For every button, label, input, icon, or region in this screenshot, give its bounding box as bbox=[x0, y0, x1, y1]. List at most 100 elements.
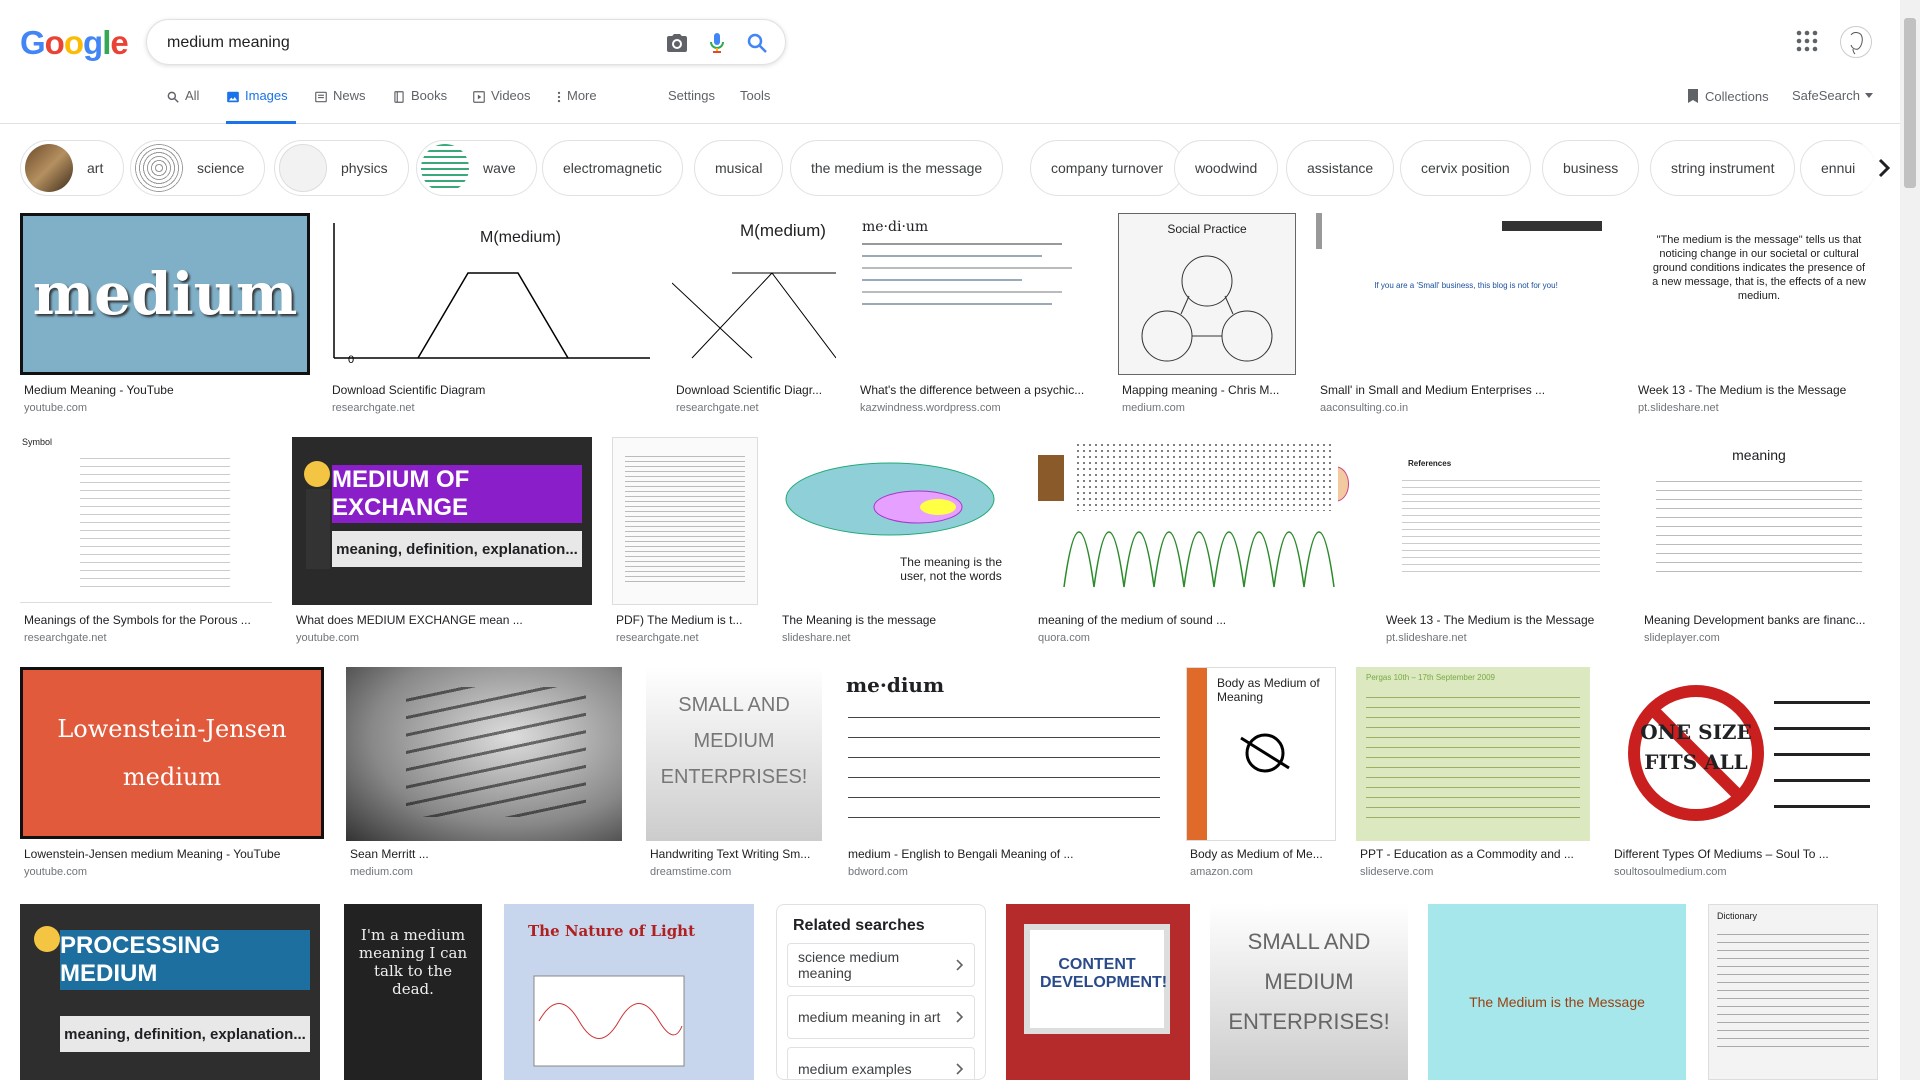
chip-wave[interactable]: wave bbox=[416, 140, 537, 196]
result-title[interactable]: Week 13 - The Medium is the Message bbox=[1638, 383, 1878, 397]
related-search-item[interactable]: science medium meaning bbox=[787, 943, 975, 987]
search-input[interactable] bbox=[167, 31, 627, 55]
result-source[interactable]: slideserve.com bbox=[1360, 866, 1433, 878]
result-title[interactable]: Meaning Development banks are financ... bbox=[1644, 613, 1878, 627]
result-source[interactable]: slideplayer.com bbox=[1644, 632, 1720, 644]
result-title[interactable]: The Meaning is the message bbox=[782, 613, 1014, 627]
result-source[interactable]: quora.com bbox=[1038, 632, 1090, 644]
search-icon[interactable] bbox=[745, 31, 769, 55]
result-title[interactable]: What does MEDIUM EXCHANGE mean ... bbox=[296, 613, 592, 627]
collections-link[interactable]: Collections bbox=[1686, 88, 1769, 104]
tab-news[interactable]: News bbox=[314, 88, 366, 124]
image-result[interactable]: medium Medium Meaning - YouTube youtube.… bbox=[20, 213, 310, 423]
result-title[interactable]: Small' in Small and Medium Enterprises .… bbox=[1320, 383, 1614, 397]
chip-business[interactable]: business bbox=[1542, 140, 1640, 196]
image-result[interactable]: me·dium medium - English to Bengali Mean… bbox=[844, 667, 1164, 885]
chip-science[interactable]: science bbox=[130, 140, 266, 196]
image-result[interactable]: The meaning is the user, not the words T… bbox=[778, 437, 1014, 649]
chip-string-instrument[interactable]: string instrument bbox=[1650, 140, 1796, 196]
result-source[interactable]: researchgate.net bbox=[332, 402, 415, 414]
safesearch-menu[interactable]: SafeSearch bbox=[1792, 88, 1873, 103]
chip-musical[interactable]: musical bbox=[694, 140, 784, 196]
result-source[interactable]: kazwindness.wordpress.com bbox=[860, 402, 1001, 414]
result-title[interactable]: Different Types Of Mediums – Soul To ... bbox=[1614, 847, 1878, 861]
image-result[interactable]: SMALL AND MEDIUM ENTERPRISES! Handwritin… bbox=[646, 667, 822, 885]
result-title[interactable]: Meanings of the Symbols for the Porous .… bbox=[24, 613, 272, 627]
result-source[interactable]: researchgate.net bbox=[24, 632, 107, 644]
image-result[interactable]: Pergas 10th – 17th September 2009 PPT - … bbox=[1356, 667, 1590, 885]
result-source[interactable]: medium.com bbox=[350, 866, 413, 878]
tab-books[interactable]: Books bbox=[392, 88, 447, 124]
related-search-item[interactable]: medium examples bbox=[787, 1047, 975, 1079]
result-source[interactable]: researchgate.net bbox=[616, 632, 699, 644]
image-result[interactable]: Sean Merritt ... medium.com bbox=[346, 667, 622, 885]
image-result[interactable]: PROCESSING MEDIUM meaning, definition, e… bbox=[20, 904, 320, 1080]
image-result[interactable]: Body as Medium of Meaning Body as Medium… bbox=[1186, 667, 1336, 885]
result-title[interactable]: meaning of the medium of sound ... bbox=[1038, 613, 1360, 627]
result-title[interactable]: Medium Meaning - YouTube bbox=[24, 383, 308, 397]
scrollbar-thumb[interactable] bbox=[1904, 18, 1916, 188]
apps-grid-icon[interactable] bbox=[1796, 30, 1818, 52]
image-result[interactable]: If you are a 'Small' business, this blog… bbox=[1316, 213, 1614, 423]
result-source[interactable]: medium.com bbox=[1122, 402, 1185, 414]
result-title[interactable]: Lowenstein-Jensen medium Meaning - YouTu… bbox=[24, 847, 324, 861]
result-title[interactable]: PPT - Education as a Commodity and ... bbox=[1360, 847, 1590, 861]
image-result[interactable]: The Medium is the Message bbox=[1428, 904, 1686, 1080]
tab-all[interactable]: All bbox=[166, 88, 199, 124]
related-search-item[interactable]: medium meaning in art bbox=[787, 995, 975, 1039]
image-result[interactable]: 0 M(medium) Download Scientific Diagram … bbox=[328, 213, 654, 423]
image-result[interactable]: meaning of the medium of sound ... quora… bbox=[1034, 437, 1360, 649]
image-result[interactable]: me·di·um What's the difference between a… bbox=[856, 213, 1098, 423]
image-result[interactable]: SMALL AND MEDIUM ENTERPRISES! bbox=[1210, 904, 1408, 1080]
result-source[interactable]: youtube.com bbox=[24, 866, 87, 878]
result-source[interactable]: bdword.com bbox=[848, 866, 908, 878]
tab-videos[interactable]: Videos bbox=[472, 88, 531, 124]
image-result[interactable]: CONTENT DEVELOPMENT! bbox=[1006, 904, 1190, 1080]
result-source[interactable]: youtube.com bbox=[24, 402, 87, 414]
result-title[interactable]: Download Scientific Diagram bbox=[332, 383, 652, 397]
page-scrollbar[interactable] bbox=[1900, 0, 1920, 1080]
result-title[interactable]: Sean Merritt ... bbox=[350, 847, 622, 861]
camera-icon[interactable] bbox=[665, 31, 689, 55]
tools-link[interactable]: Tools bbox=[740, 88, 770, 124]
search-box[interactable] bbox=[146, 19, 786, 65]
result-source[interactable]: soultosoulmedium.com bbox=[1614, 866, 1727, 878]
chip-woodwind[interactable]: woodwind bbox=[1174, 140, 1279, 196]
result-source[interactable]: amazon.com bbox=[1190, 866, 1253, 878]
image-result[interactable]: meaning Meaning Development banks are fi… bbox=[1640, 437, 1878, 649]
chip-company-turnover[interactable]: company turnover bbox=[1030, 140, 1185, 196]
chip-cervix-position[interactable]: cervix position bbox=[1400, 140, 1531, 196]
result-title[interactable]: What's the difference between a psychic.… bbox=[860, 383, 1098, 397]
result-source[interactable]: aaconsulting.co.in bbox=[1320, 402, 1408, 414]
chip-assistance[interactable]: assistance bbox=[1286, 140, 1395, 196]
result-source[interactable]: slideshare.net bbox=[782, 632, 851, 644]
result-source[interactable]: dreamstime.com bbox=[650, 866, 731, 878]
image-result[interactable]: References Week 13 - The Medium is the M… bbox=[1382, 437, 1620, 649]
settings-link[interactable]: Settings bbox=[668, 88, 715, 124]
result-title[interactable]: Handwriting Text Writing Sm... bbox=[650, 847, 822, 861]
result-source[interactable]: youtube.com bbox=[296, 632, 359, 644]
image-result[interactable]: M(medium) Download Scientific Diagr... r… bbox=[672, 213, 836, 423]
result-source[interactable]: pt.slideshare.net bbox=[1386, 632, 1467, 644]
tab-images[interactable]: Images bbox=[226, 88, 296, 124]
result-title[interactable]: PDF) The Medium is t... bbox=[616, 613, 758, 627]
image-result[interactable]: PDF) The Medium is t... researchgate.net bbox=[612, 437, 758, 649]
result-source[interactable]: researchgate.net bbox=[676, 402, 759, 414]
image-result[interactable]: Social Practice Mapping meaning - Chris … bbox=[1118, 213, 1296, 423]
image-result[interactable]: ONE SIZE FITS ALL Different Types Of Med… bbox=[1610, 667, 1878, 885]
image-result[interactable]: MEDIUM OF EXCHANGE meaning, definition, … bbox=[292, 437, 592, 649]
chip-the-medium-is-the-message[interactable]: the medium is the message bbox=[790, 140, 1004, 196]
image-result[interactable]: Lowenstein-Jensen medium Lowenstein-Jens… bbox=[20, 667, 324, 885]
chip-physics[interactable]: physics bbox=[274, 140, 409, 196]
result-title[interactable]: Mapping meaning - Chris M... bbox=[1122, 383, 1296, 397]
image-result[interactable]: Symbol Meanings of the Symbols for the P… bbox=[20, 437, 272, 649]
result-title[interactable]: Body as Medium of Me... bbox=[1190, 847, 1336, 861]
google-logo[interactable]: Google bbox=[20, 24, 129, 62]
result-title[interactable]: Download Scientific Diagr... bbox=[676, 383, 836, 397]
image-result[interactable]: Dictionary bbox=[1708, 904, 1878, 1080]
image-result[interactable]: The Nature of Light bbox=[504, 904, 754, 1080]
result-title[interactable]: Week 13 - The Medium is the Message bbox=[1386, 613, 1620, 627]
microphone-icon[interactable] bbox=[705, 31, 729, 55]
result-title[interactable]: medium - English to Bengali Meaning of .… bbox=[848, 847, 1164, 861]
image-result[interactable]: "The medium is the message" tells us tha… bbox=[1634, 213, 1878, 423]
